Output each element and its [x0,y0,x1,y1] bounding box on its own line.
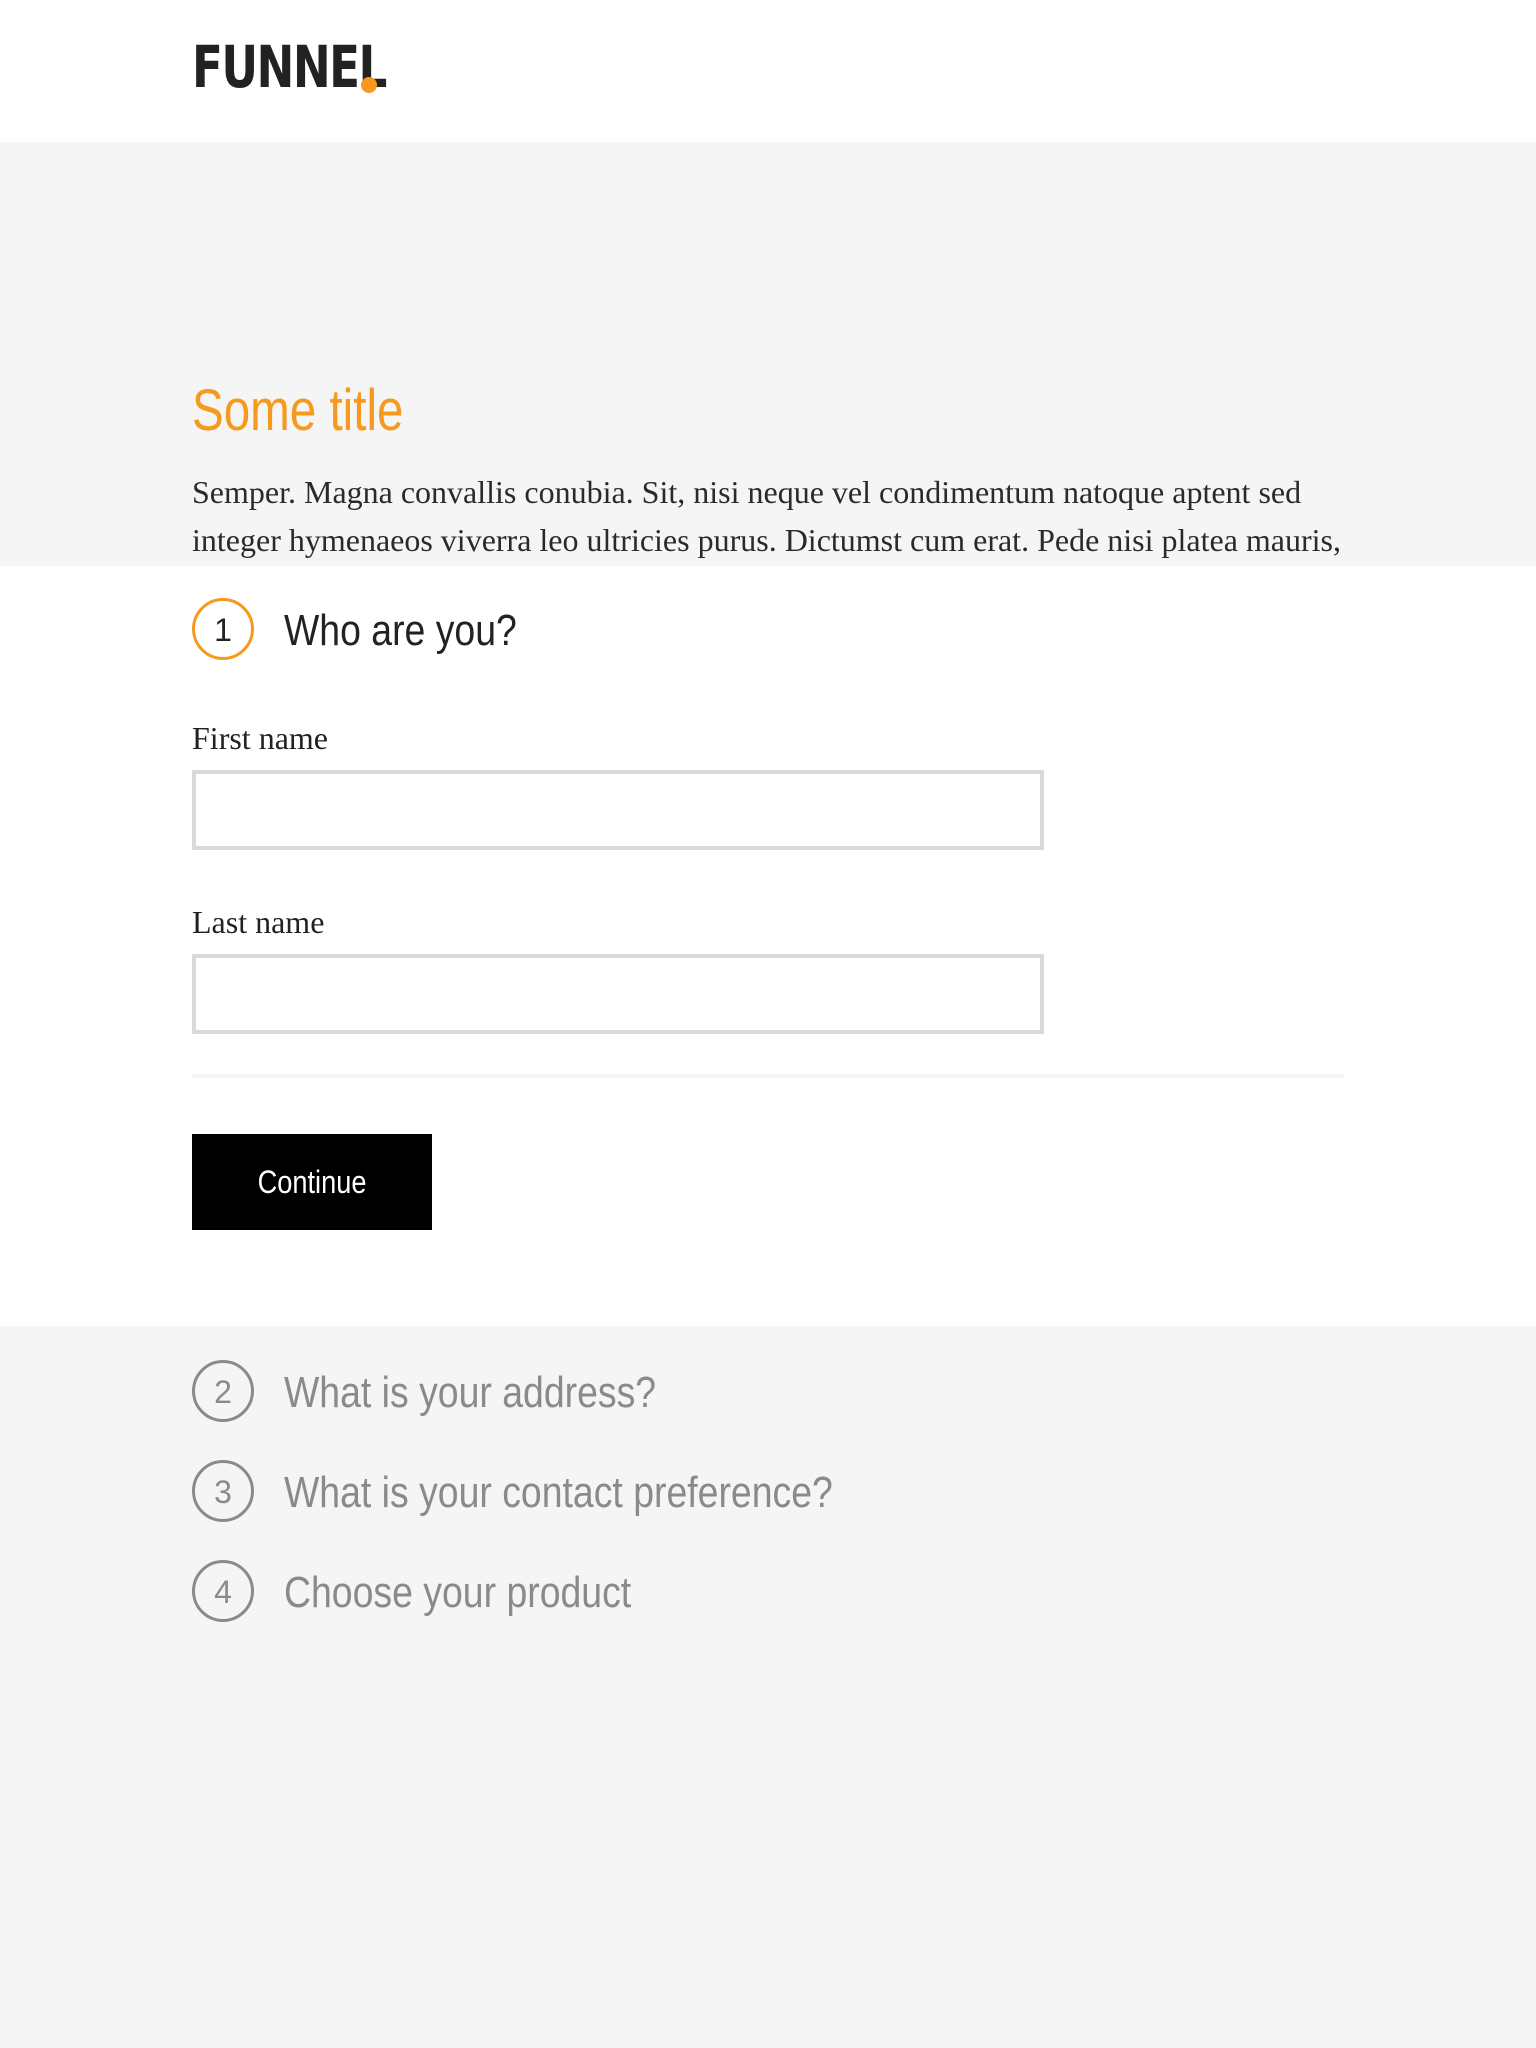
last-name-input[interactable] [192,954,1044,1034]
first-name-input[interactable] [192,770,1044,850]
step-number-badge: 2 [192,1360,254,1422]
page-title: Some title [192,378,404,443]
hero-section: Some title Semper. Magna convallis conub… [0,142,1536,606]
logo-dot-icon [361,77,377,93]
last-name-label: Last name [192,904,325,940]
step-number-badge: 3 [192,1460,254,1522]
step-number-badge: 4 [192,1560,254,1622]
step-1-section: 1 Who are you? First name Last name Cont… [0,566,1536,1326]
step-title: What is your contact preference? [284,1468,833,1517]
continue-button[interactable]: Continue [192,1134,432,1230]
form-divider [192,1074,1344,1078]
first-name-label: First name [192,720,328,756]
step-title: Who are you? [284,606,517,655]
step-title: Choose your product [284,1568,632,1617]
site-header: FUNNEL [0,0,1536,142]
logo[interactable]: FUNNEL [192,38,387,96]
step-title: What is your address? [284,1368,657,1417]
pending-steps: 2 What is your address? 3 What is your c… [0,1326,1536,2048]
continue-button-label: Continue [257,1163,367,1200]
step-number-badge: 1 [192,598,254,660]
